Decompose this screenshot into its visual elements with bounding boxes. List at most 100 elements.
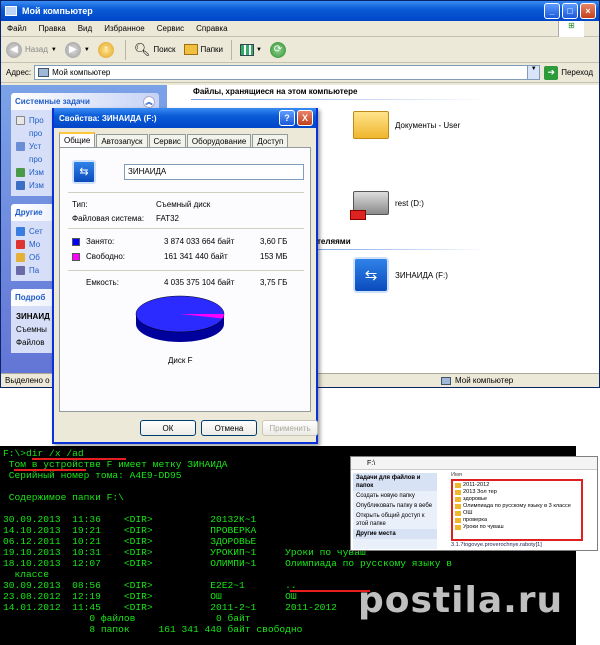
menu-favorites[interactable]: Избранное [104, 24, 145, 33]
computer-icon [5, 6, 17, 16]
console-line: 0 файлов 0 байт [3, 613, 251, 624]
inset-task[interactable]: Создать новую папку [353, 491, 437, 501]
shared-folder-icon [16, 253, 25, 262]
dialog-close-button[interactable]: X [297, 110, 313, 126]
general-tab-panel: ⇆ ЗИНАИДА Тип: Съемный диск Файловая сис… [59, 147, 311, 412]
console-line: Содержимое папки F:\ [3, 492, 124, 503]
menu-file[interactable]: Файл [7, 24, 27, 33]
control-panel-icon [16, 266, 25, 275]
folders-button[interactable]: Папки [183, 44, 223, 55]
list-item[interactable]: проверка [455, 517, 579, 524]
chevron-down-icon[interactable]: ▼ [527, 66, 540, 79]
help-button[interactable]: ? [279, 110, 295, 126]
window-title: Мой компьютер [22, 6, 93, 16]
search-icon: 🔍︎ [133, 41, 151, 57]
menu-bar: Файл Правка Вид Избранное Сервис Справка… [1, 21, 599, 37]
close-button[interactable]: × [580, 3, 596, 19]
free-color-swatch [72, 253, 80, 261]
drive-d-item[interactable]: rest (D:) [350, 191, 424, 220]
usb-drive-icon: ⇆ [72, 160, 96, 184]
forward-button[interactable]: ▶ ▼ [64, 41, 90, 58]
folder-icon [455, 490, 461, 495]
list-item[interactable]: ОШ [455, 510, 579, 517]
my-documents-icon [16, 240, 25, 249]
inset-file-item[interactable]: 3.1.7togovye.proverochnye.raboty[1] [451, 542, 542, 548]
console-line: 19.10.2013 10:31 <DIR> УРОКИП~1 Уроки по… [3, 547, 366, 558]
drive-name-input[interactable]: ЗИНАИДА [124, 164, 304, 180]
sync-button[interactable]: ⟳ [269, 41, 289, 58]
folder-icon [455, 497, 461, 502]
folder-icon [183, 44, 198, 55]
go-arrow-icon: ➔ [544, 65, 559, 80]
console-line: 23.08.2012 12:19 <DIR> ОШ ОШ [3, 591, 297, 602]
inset-address-bar: F:\ [351, 457, 597, 470]
views-button[interactable]: ▼ [240, 43, 262, 56]
section-title: Файлы, хранящиеся на этом компьютере [193, 87, 358, 96]
usb-drive-icon: ⇆ [353, 257, 389, 293]
menu-view[interactable]: Вид [78, 24, 92, 33]
minimize-button[interactable]: _ [544, 3, 560, 19]
inset-folder-list: 2011-2012 2013 Зол тер здоровье Олимпиад… [451, 479, 583, 541]
explorer-titlebar: Мой компьютер _ □ × [1, 1, 599, 21]
ok-button[interactable]: ОК [140, 420, 196, 436]
documents-folder-item[interactable]: Документы - User [353, 111, 460, 139]
console-line: 14.10.2013 19:21 <DIR> ПРОВЕРКА [3, 525, 257, 536]
toolbar: ◀ Назад ▼ ▶ ▼ ↑ 🔍︎ Поиск Папки ▼ ⟳ [1, 37, 599, 63]
list-item[interactable]: 2013 Зол тер [455, 489, 579, 496]
menu-tools[interactable]: Сервис [157, 24, 184, 33]
watermark-logo: postila.ru [358, 580, 564, 621]
dialog-buttons: ОК Отмена Применить [140, 420, 323, 436]
disk-usage-pie [135, 295, 225, 342]
back-arrow-icon: ◀ [6, 41, 22, 58]
folder-up-icon: ↑ [97, 41, 114, 58]
console-line: 14.01.2012 11:45 <DIR> 2011-2~1 2011-201… [3, 602, 337, 613]
menu-help[interactable]: Справка [196, 24, 227, 33]
disk-label: Диск F [168, 356, 193, 365]
computer-icon [38, 68, 50, 77]
settings-icon [16, 181, 25, 190]
dialog-tabs: Общие Автозапуск Сервис Оборудование Дос… [54, 128, 316, 149]
properties-dialog: Свойства: ЗИНАИДА (F:) ? X Общие Автозап… [52, 108, 318, 444]
address-label: Адрес: [6, 68, 32, 77]
forward-arrow-icon: ▶ [64, 41, 81, 58]
red-underline [32, 458, 126, 460]
back-button[interactable]: ◀ Назад ▼ [6, 41, 57, 58]
folder-icon [455, 511, 461, 516]
console-line: 8 папок 161 341 440 байт свободно [3, 624, 303, 635]
hard-drive-icon [350, 191, 389, 220]
refresh-icon: ⟳ [269, 41, 286, 58]
menu-edit[interactable]: Правка [39, 24, 66, 33]
computer-icon [441, 376, 451, 385]
cancel-button[interactable]: Отмена [201, 420, 257, 436]
red-underline [14, 469, 86, 471]
inset-column-header[interactable]: Имя [451, 472, 462, 478]
console-line: 30.09.2013 08:56 <DIR> E2E2~1 .. [3, 580, 297, 591]
chevron-down-icon: ▼ [256, 46, 262, 53]
section-title: теляями [317, 237, 351, 246]
search-button[interactable]: 🔍︎ Поиск [134, 42, 176, 58]
install-icon [16, 142, 25, 151]
windows-logo-icon: ⊞ [558, 21, 584, 37]
used-color-swatch [72, 238, 80, 246]
apply-button[interactable]: Применить [262, 420, 318, 436]
console-line: 30.09.2013 11:36 <DIR> 20132К~1 [3, 514, 257, 525]
inset-task[interactable]: Опубликовать папку в вебе [353, 501, 437, 511]
settings-icon [16, 168, 25, 177]
dialog-titlebar: Свойства: ЗИНАИДА (F:) ? X [54, 108, 316, 128]
console-line: классе [3, 569, 50, 580]
address-input[interactable]: Мой компьютер ▼ [34, 65, 541, 80]
go-button[interactable]: ➔ Переход [544, 65, 593, 80]
list-item[interactable]: Олимпиада по русскому языку в 3 классе [455, 503, 579, 510]
console-line: Серийный номер тома: A4E9-DD95 [3, 470, 182, 481]
drive-f-item[interactable]: ⇆ ЗИНАИДА (F:) [353, 257, 448, 293]
list-item[interactable]: здоровье [455, 496, 579, 503]
chevron-down-icon: ▼ [83, 46, 90, 53]
collapse-icon[interactable]: ︽ [143, 95, 155, 108]
up-button[interactable]: ↑ [97, 41, 117, 58]
inset-task[interactable]: Открыть общий доступ к этой папке [353, 511, 437, 529]
list-item[interactable]: Уроки по чуваш [455, 524, 579, 531]
console-line: 18.10.2013 12:07 <DIR> ОЛИМПИ~1 Олимпиад… [3, 558, 453, 569]
folder-icon [455, 483, 461, 488]
maximize-button[interactable]: □ [562, 3, 578, 19]
list-item[interactable]: 2011-2012 [455, 482, 579, 489]
